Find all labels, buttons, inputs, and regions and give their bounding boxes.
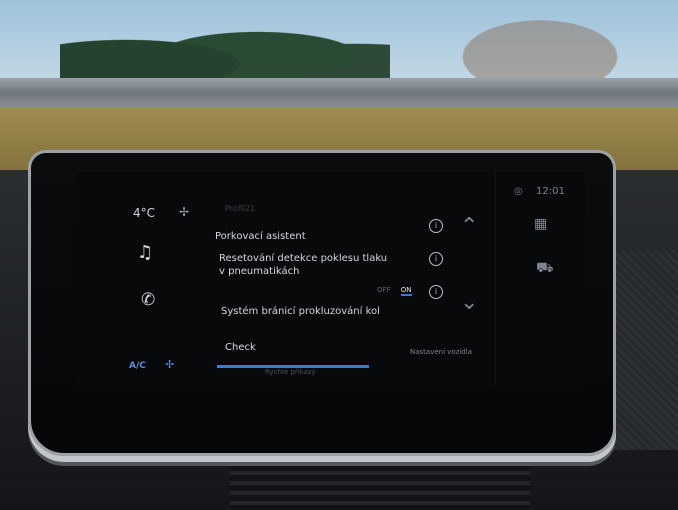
grid-icon[interactable]: ▦ xyxy=(534,216,547,232)
right-sidebar: ◎ 12:01 ▦ ⛟ xyxy=(495,172,585,387)
temperature: 4°C xyxy=(133,206,156,220)
info-icon[interactable]: i xyxy=(429,285,443,299)
toggle-off[interactable]: OFF xyxy=(377,286,391,294)
check-label: Check xyxy=(225,342,256,353)
fan-icon[interactable]: ✢ xyxy=(165,358,174,371)
trees xyxy=(60,8,390,88)
phone-icon[interactable]: ✆ xyxy=(141,290,155,310)
traction-control-label[interactable]: Systém bránicí prokluzování kol xyxy=(221,305,380,318)
tire-pressure-reset-label[interactable]: Resetování detekce poklesu tlaku v pneum… xyxy=(219,252,389,278)
info-icon[interactable]: i xyxy=(429,252,443,266)
car-icon[interactable]: ⛟ xyxy=(536,260,554,278)
infotainment-screen: 4°C ✢ ♫ ✆ A/C ✢ Profil21 Porkovací asist… xyxy=(75,172,585,387)
left-sidebar: 4°C ✢ ♫ ✆ A/C ✢ xyxy=(75,172,205,387)
ac-button[interactable]: A/C xyxy=(129,361,146,371)
chevron-up-icon[interactable]: ⌃ xyxy=(460,214,478,239)
music-note-icon[interactable]: ♫ xyxy=(137,242,153,263)
parking-assist-label[interactable]: Porkovací asistent xyxy=(215,230,306,243)
profile-name: Profil21 xyxy=(225,204,256,213)
chevron-down-icon[interactable]: ⌄ xyxy=(460,290,478,315)
traction-toggle[interactable]: OFF ON xyxy=(377,286,412,296)
clock: 12:01 xyxy=(536,186,565,197)
info-icon[interactable]: i xyxy=(429,219,443,233)
guard-rail xyxy=(0,78,678,108)
toggle-on[interactable]: ON xyxy=(400,286,412,296)
gps-icon: ◎ xyxy=(514,186,523,197)
vehicle-settings-tab[interactable]: Nastavení vozidla xyxy=(410,348,472,356)
quick-commands-tab[interactable]: Rychlé příkazy xyxy=(265,368,316,376)
air-vent xyxy=(230,455,530,510)
fan-icon[interactable]: ✢ xyxy=(179,205,189,219)
